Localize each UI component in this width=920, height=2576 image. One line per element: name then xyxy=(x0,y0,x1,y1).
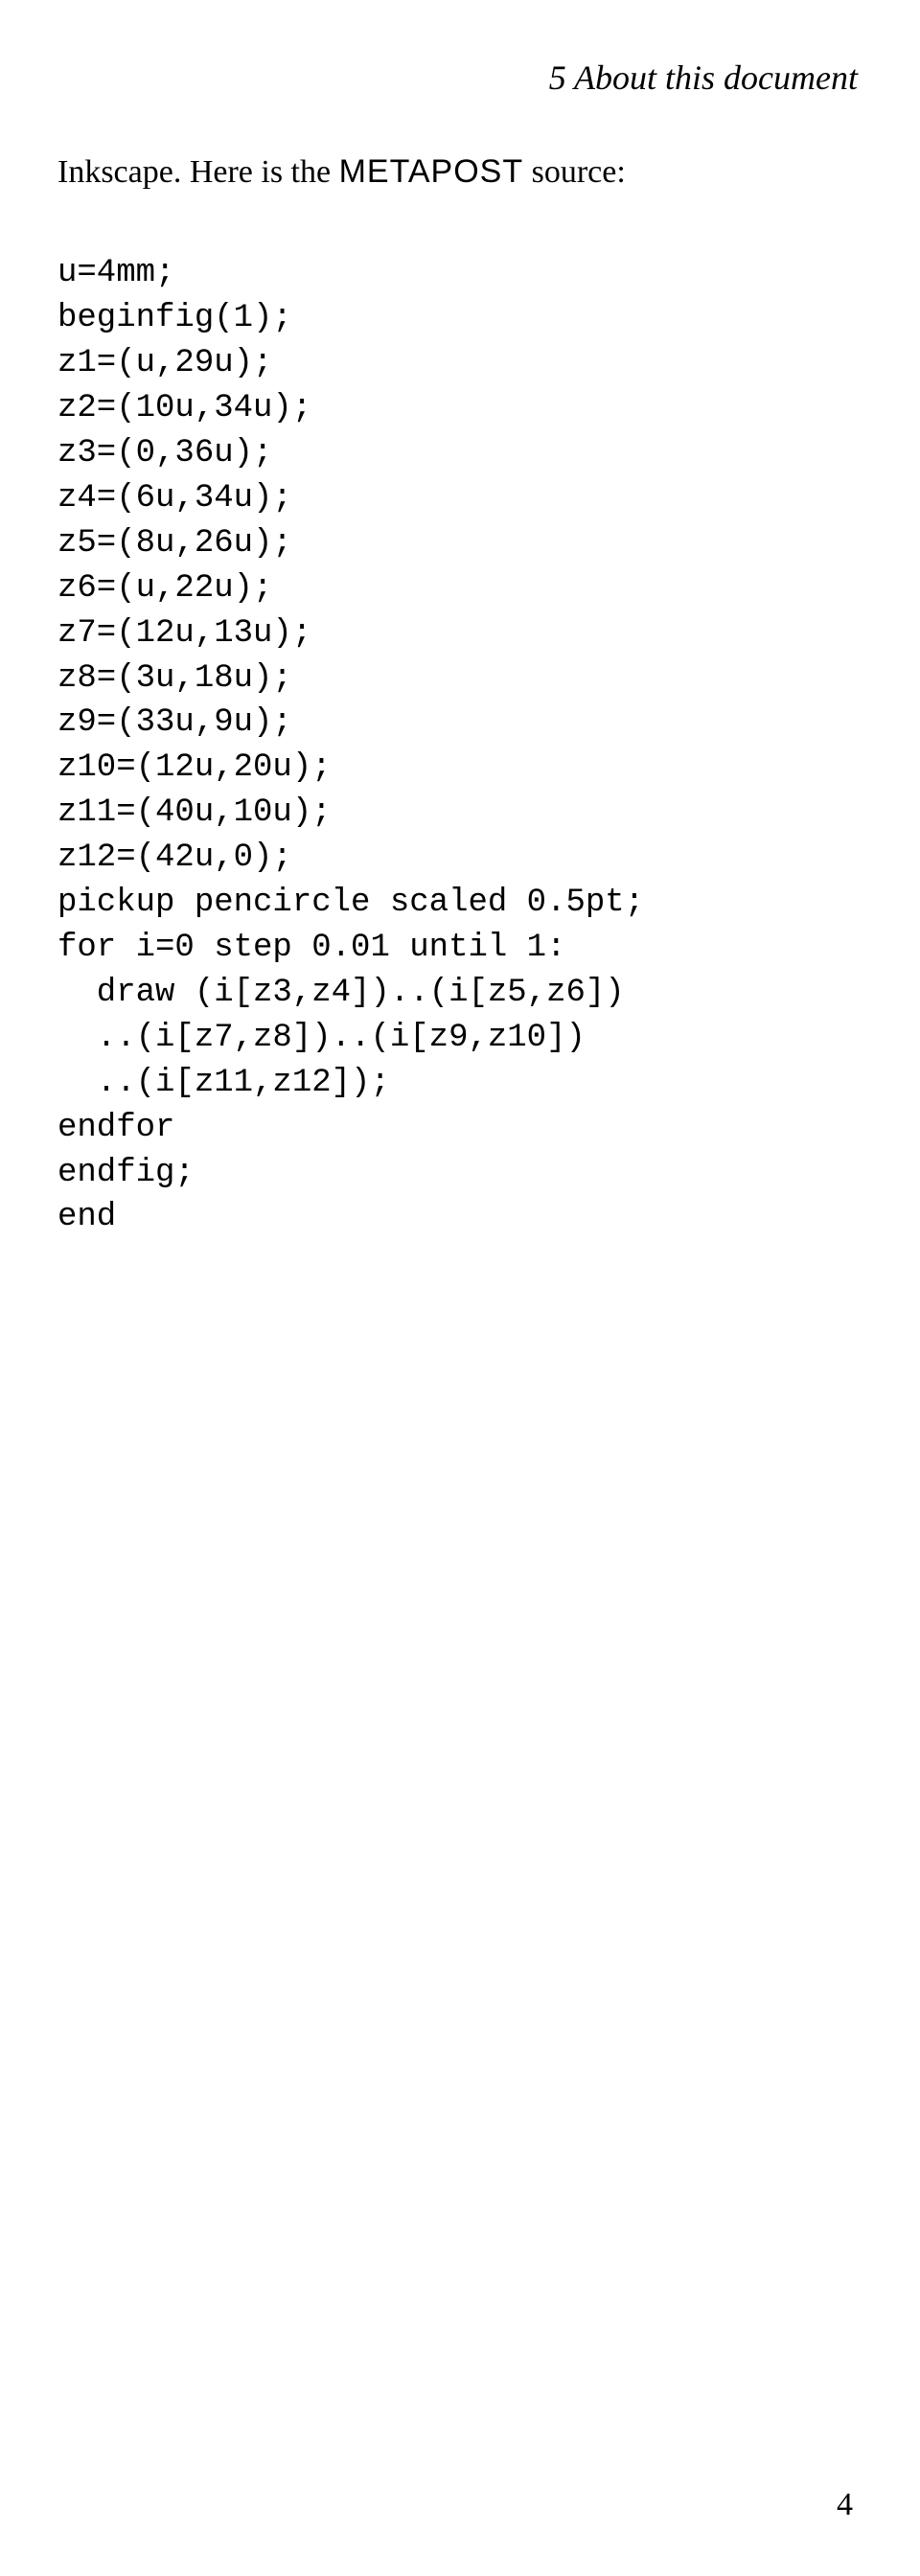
code-line: z6=(u,22u); xyxy=(58,570,272,607)
document-page: 5 About this document Inkscape. Here is … xyxy=(0,0,920,2576)
code-line: endfig; xyxy=(58,1155,195,1191)
intro-text-after: source: xyxy=(523,154,626,190)
intro-text-before: Inkscape. Here is the xyxy=(58,154,339,190)
code-line: draw (i[z3,z4])..(i[z5,z6]) xyxy=(58,975,625,1011)
code-line: z11=(40u,10u); xyxy=(58,794,332,831)
code-line: z12=(42u,0); xyxy=(58,840,292,876)
metapost-source-code: u=4mm; beginfig(1); z1=(u,29u); z2=(10u,… xyxy=(58,251,862,1240)
code-line: for i=0 step 0.01 until 1: xyxy=(58,930,566,966)
code-line: z10=(12u,20u); xyxy=(58,749,332,786)
code-line: pickup pencircle scaled 0.5pt; xyxy=(58,885,644,921)
page-number: 4 xyxy=(837,2487,853,2523)
code-line: z9=(33u,9u); xyxy=(58,704,292,741)
code-line: u=4mm; xyxy=(58,255,174,291)
metapost-word: METAPOST xyxy=(339,153,524,190)
code-line: ..(i[z11,z12]); xyxy=(58,1065,390,1101)
code-line: z5=(8u,26u); xyxy=(58,525,292,562)
code-line: ..(i[z7,z8])..(i[z9,z10]) xyxy=(58,1020,586,1056)
code-line: end xyxy=(58,1199,116,1235)
code-line: z4=(6u,34u); xyxy=(58,480,292,517)
code-line: z3=(0,36u); xyxy=(58,435,272,472)
code-line: z7=(12u,13u); xyxy=(58,615,311,652)
code-line: endfor xyxy=(58,1110,174,1146)
intro-paragraph: Inkscape. Here is the METAPOST source: xyxy=(58,146,862,198)
code-line: z8=(3u,18u); xyxy=(58,660,292,697)
code-line: z2=(10u,34u); xyxy=(58,390,311,426)
code-line: beginfig(1); xyxy=(58,300,292,336)
running-head: 5 About this document xyxy=(58,58,862,98)
code-line: z1=(u,29u); xyxy=(58,345,272,381)
